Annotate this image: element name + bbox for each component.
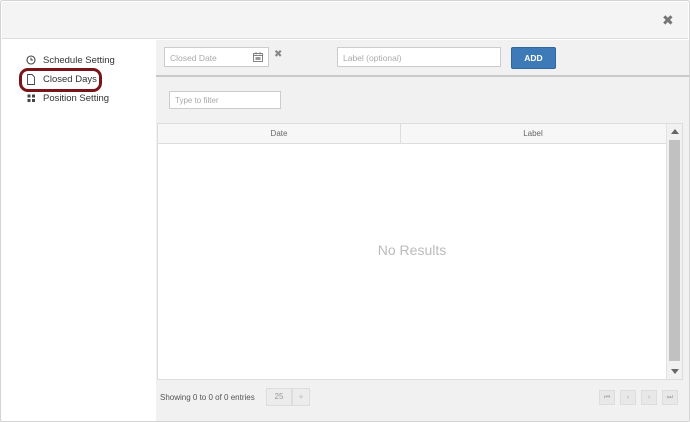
modal-header: ✖: [2, 2, 688, 39]
add-button[interactable]: ADD: [511, 47, 556, 69]
sidebar-item-closed-days[interactable]: Closed Days: [11, 69, 147, 89]
clear-date-icon[interactable]: ✖: [274, 49, 282, 60]
sidebar-item-label: Schedule Setting: [43, 54, 115, 66]
filter-input[interactable]: Type to filter: [169, 91, 281, 109]
scrollbar-thumb[interactable]: [669, 140, 680, 361]
sidebar-item-label: Closed Days: [43, 73, 97, 85]
next-page-button[interactable]: ›: [641, 390, 657, 405]
prev-page-button[interactable]: ‹: [620, 390, 636, 405]
scroll-up-icon[interactable]: [671, 129, 679, 134]
calendar-icon[interactable]: [253, 52, 263, 62]
closed-date-placeholder: Closed Date: [170, 53, 217, 63]
first-page-button[interactable]: ⏮: [599, 390, 615, 405]
column-header-label[interactable]: Label: [401, 124, 665, 143]
empty-message: No Results: [377, 242, 447, 258]
table-header: Date Label: [158, 124, 666, 144]
sidebar-item-position-setting[interactable]: Position Setting: [11, 88, 147, 108]
closed-days-table: Date Label No Results: [157, 123, 683, 380]
main-panel: Closed Date ✖ Label (optional) ADD Type …: [156, 40, 689, 421]
column-header-date[interactable]: Date: [158, 124, 401, 143]
document-icon: [25, 73, 37, 85]
closed-date-input[interactable]: Closed Date: [164, 47, 269, 67]
label-placeholder: Label (optional): [343, 53, 402, 63]
scroll-down-icon[interactable]: [671, 369, 679, 374]
last-page-button[interactable]: ⏭: [662, 390, 678, 405]
toolbar: Closed Date ✖ Label (optional) ADD: [156, 40, 689, 77]
filter-placeholder: Type to filter: [175, 96, 219, 105]
entries-info: Showing 0 to 0 of 0 entries: [160, 393, 255, 402]
settings-modal: ✖ Schedule Setting Closed Days Position …: [0, 0, 690, 422]
sidebar: Schedule Setting Closed Days Position Se…: [11, 49, 147, 109]
label-input[interactable]: Label (optional): [337, 47, 501, 67]
grid-icon: [25, 92, 37, 104]
vertical-scrollbar[interactable]: [666, 124, 682, 379]
close-icon[interactable]: ✖: [662, 14, 674, 28]
clock-icon: [25, 54, 37, 66]
page-size-spin-button[interactable]: +: [292, 388, 310, 406]
sidebar-item-label: Position Setting: [43, 92, 110, 104]
sidebar-item-schedule-setting[interactable]: Schedule Setting: [11, 50, 147, 70]
page-size-select[interactable]: 25: [266, 388, 292, 406]
